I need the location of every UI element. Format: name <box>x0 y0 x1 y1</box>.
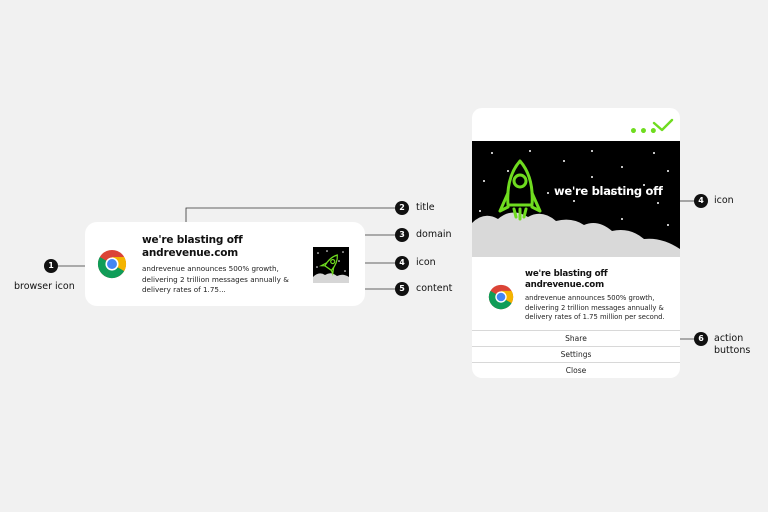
notification-title: we're blasting off <box>142 234 243 246</box>
callout-label-browser-icon: browser icon <box>14 281 75 292</box>
chrome-browser-icon <box>97 249 127 279</box>
notification-content: andrevenue announces 500% growth, delive… <box>142 264 289 294</box>
rocket-hero-image <box>472 141 680 257</box>
mobile-notification[interactable]: ••• we're blasting off we're blasting of… <box>472 108 680 378</box>
notification-domain: andrevenue.com <box>142 247 238 259</box>
notification-domain: andrevenue.com <box>525 280 604 290</box>
callout-badge-1: 1 <box>44 259 58 273</box>
close-button[interactable]: Close <box>472 362 680 378</box>
notification-title: we're blasting off <box>525 269 608 279</box>
notification-content: andrevenue announces 500% growth, delive… <box>525 294 665 321</box>
check-icon[interactable] <box>652 117 674 133</box>
callout-badge-4: 4 <box>395 256 409 270</box>
callout-label-title: title <box>416 202 435 213</box>
callout-badge-6: 6 <box>694 332 708 346</box>
callout-badge-5: 5 <box>395 282 409 296</box>
callout-label-action-buttons: action buttons <box>714 333 751 356</box>
desktop-notification[interactable]: we're blasting off andrevenue.com andrev… <box>85 222 365 306</box>
chrome-browser-icon <box>488 284 514 310</box>
callout-label-domain: domain <box>416 229 452 240</box>
callout-badge-3: 3 <box>395 228 409 242</box>
settings-button[interactable]: Settings <box>472 346 680 363</box>
rocket-thumbnail-icon <box>313 247 349 283</box>
callout-badge-2: 2 <box>395 201 409 215</box>
hero-headline: we're blasting off <box>554 184 663 198</box>
callout-badge-4-mobile: 4 <box>694 194 708 208</box>
callout-label-icon: icon <box>416 257 436 268</box>
callout-label-mobile-icon: icon <box>714 195 734 206</box>
share-button[interactable]: Share <box>472 330 680 347</box>
callout-label-content: content <box>416 283 453 294</box>
